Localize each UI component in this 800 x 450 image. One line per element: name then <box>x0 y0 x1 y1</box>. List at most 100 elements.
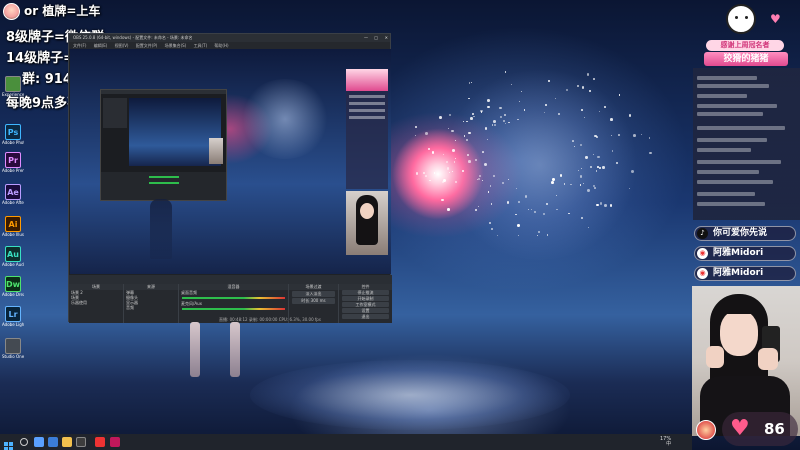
scenes-dock: 场景 场景 2 场景 乐器使用 <box>69 284 124 323</box>
social-badge-weibo-2: ◉ 阿雅Midori <box>694 266 796 281</box>
stop-streaming-button[interactable]: 停止推流 <box>342 290 389 295</box>
desktop-shortcut-icon[interactable]: LrAdobe Lightroo... <box>2 306 24 327</box>
system-tray[interactable]: 17% 中 <box>660 437 671 447</box>
sparkle <box>571 140 574 142</box>
social-handle: 阿雅Midori <box>713 268 764 278</box>
obs-preview-canvas[interactable] <box>70 49 391 274</box>
sparkle <box>597 155 600 159</box>
app-taskbar-icon[interactable] <box>110 437 120 447</box>
transition-duration[interactable]: 时长 300 ms <box>292 298 335 304</box>
sparkle <box>592 153 594 156</box>
desktop-shortcut-icon[interactable]: DwAdobe Dreamwe... <box>2 276 24 297</box>
menu-tools[interactable]: 工具(T) <box>194 43 208 48</box>
app-taskbar-icon[interactable] <box>95 437 105 447</box>
app-logo-icon: Ps <box>5 124 21 140</box>
heart-icon: ♥ <box>770 12 781 26</box>
chat-panel <box>693 68 800 220</box>
minimize-icon[interactable]: — <box>364 34 368 42</box>
sparkle <box>604 204 608 207</box>
app-logo-icon <box>5 338 21 354</box>
desktop-shortcut-label: Adobe Illustr... <box>2 232 24 237</box>
controls-dock: 控件 停止推流 开始录制 工作室模式 设置 退出 <box>339 284 392 323</box>
menu-edit[interactable]: 编辑(E) <box>94 43 108 48</box>
sparkle <box>489 221 492 224</box>
obs-taskbar-icon[interactable] <box>76 437 86 447</box>
desktop-shortcut-icon[interactable]: Experience <box>2 76 24 97</box>
sparkle <box>484 127 487 130</box>
sparkle <box>585 156 588 159</box>
desktop-shortcut-icon[interactable]: AiAdobe Illustr... <box>2 216 24 237</box>
app-logo-icon: Ae <box>5 184 21 200</box>
banner-sponsor-name: 狡猾的猪猪 <box>704 52 788 66</box>
menu-profile[interactable]: 配置文件(P) <box>136 43 158 48</box>
sparkle <box>633 133 636 137</box>
desktop-shortcut-label: Adobe After Effects 2020 <box>2 200 24 205</box>
sparkle <box>543 111 546 113</box>
menu-file[interactable]: 文件(F) <box>73 43 86 48</box>
close-icon[interactable]: ✕ <box>385 34 388 42</box>
sparkle <box>517 118 519 120</box>
windows-taskbar: 17% 中 <box>0 434 692 450</box>
app-logo-icon: Au <box>5 246 21 262</box>
sparkle <box>586 73 590 76</box>
desktop-shortcut-icon[interactable]: AuAdobe Audition <box>2 246 24 267</box>
file-explorer-icon[interactable] <box>62 437 72 447</box>
sparkle <box>518 201 521 203</box>
desktop-shortcut-icon[interactable]: AeAdobe After Effects 2020 <box>2 184 24 205</box>
app-logo-icon: Dw <box>5 276 21 292</box>
chat-message-line <box>697 202 765 206</box>
start-recording-button[interactable]: 开始录制 <box>342 296 389 301</box>
sparkle <box>424 131 428 135</box>
scene-item[interactable]: 乐器使用 <box>69 300 123 305</box>
chat-message-line <box>697 84 769 88</box>
task-view-icon[interactable] <box>34 437 44 447</box>
obs-menubar: 文件(F) 编辑(E) 视图(V) 配置文件(P) 场景集合(S) 工具(T) … <box>69 42 390 49</box>
desktop-shortcut-label: Adobe Photosh... <box>2 140 24 145</box>
weibo-icon: ◉ <box>697 268 708 279</box>
sources-dock: 来源 弹幕 摄像头 显示器 音频 <box>124 284 179 323</box>
obs-titlebar[interactable]: OBS 25.0.8 (64-bit, windows) - 配置文件: 未命名… <box>69 34 390 42</box>
sparkle <box>582 182 584 184</box>
social-handle: 阿雅Midori <box>713 248 764 258</box>
edge-icon[interactable] <box>48 437 58 447</box>
sparkle <box>595 170 598 172</box>
transition-select[interactable]: 淡入淡出 <box>292 291 335 297</box>
chat-message-line <box>697 112 763 116</box>
audio-meter <box>182 308 285 310</box>
desktop-shortcut-icon[interactable]: PsAdobe Photosh... <box>2 124 24 145</box>
menu-view[interactable]: 视图(V) <box>115 43 129 48</box>
app-logo-icon: Ai <box>5 216 21 232</box>
sparkle <box>493 124 496 126</box>
sparkle <box>649 152 652 155</box>
sparkle <box>502 119 505 122</box>
desktop-shortcut-icon[interactable]: Studio One 4 <box>2 338 24 359</box>
sparkle <box>580 167 583 169</box>
mixer-channel-label: 桌面音频 <box>181 290 197 295</box>
maximize-icon[interactable]: □ <box>374 34 378 42</box>
menu-help[interactable]: 帮助(H) <box>214 43 228 48</box>
chat-message-line <box>697 126 785 130</box>
settings-button[interactable]: 设置 <box>342 308 389 313</box>
studio-mode-button[interactable]: 工作室模式 <box>342 302 389 307</box>
sparkle <box>447 208 450 211</box>
desktop-shortcut-label: Adobe Audition <box>2 262 24 267</box>
sparkle <box>586 189 590 193</box>
windows-start-icon[interactable] <box>4 437 14 450</box>
sparkle <box>424 174 427 177</box>
search-icon[interactable] <box>20 438 28 446</box>
source-item[interactable]: 音频 <box>124 305 178 310</box>
obs-window[interactable]: OBS 25.0.8 (64-bit, windows) - 配置文件: 未命名… <box>68 33 392 323</box>
desktop-shortcut-label: Experience <box>2 92 24 97</box>
chat-message-line <box>697 170 759 174</box>
exit-button[interactable]: 退出 <box>342 314 389 319</box>
desktop-shortcut-icon[interactable]: PrAdobe Premie... <box>2 152 24 173</box>
sparkle <box>554 97 556 100</box>
sparkle <box>454 157 456 159</box>
sparkle <box>523 109 526 111</box>
menu-scene-collection[interactable]: 场景集合(S) <box>165 43 187 48</box>
sparkle <box>486 98 490 102</box>
weibo-icon: ◉ <box>697 248 708 259</box>
sparkle <box>466 139 468 141</box>
sparkle <box>588 89 592 92</box>
app-logo-icon: Lr <box>5 306 21 322</box>
